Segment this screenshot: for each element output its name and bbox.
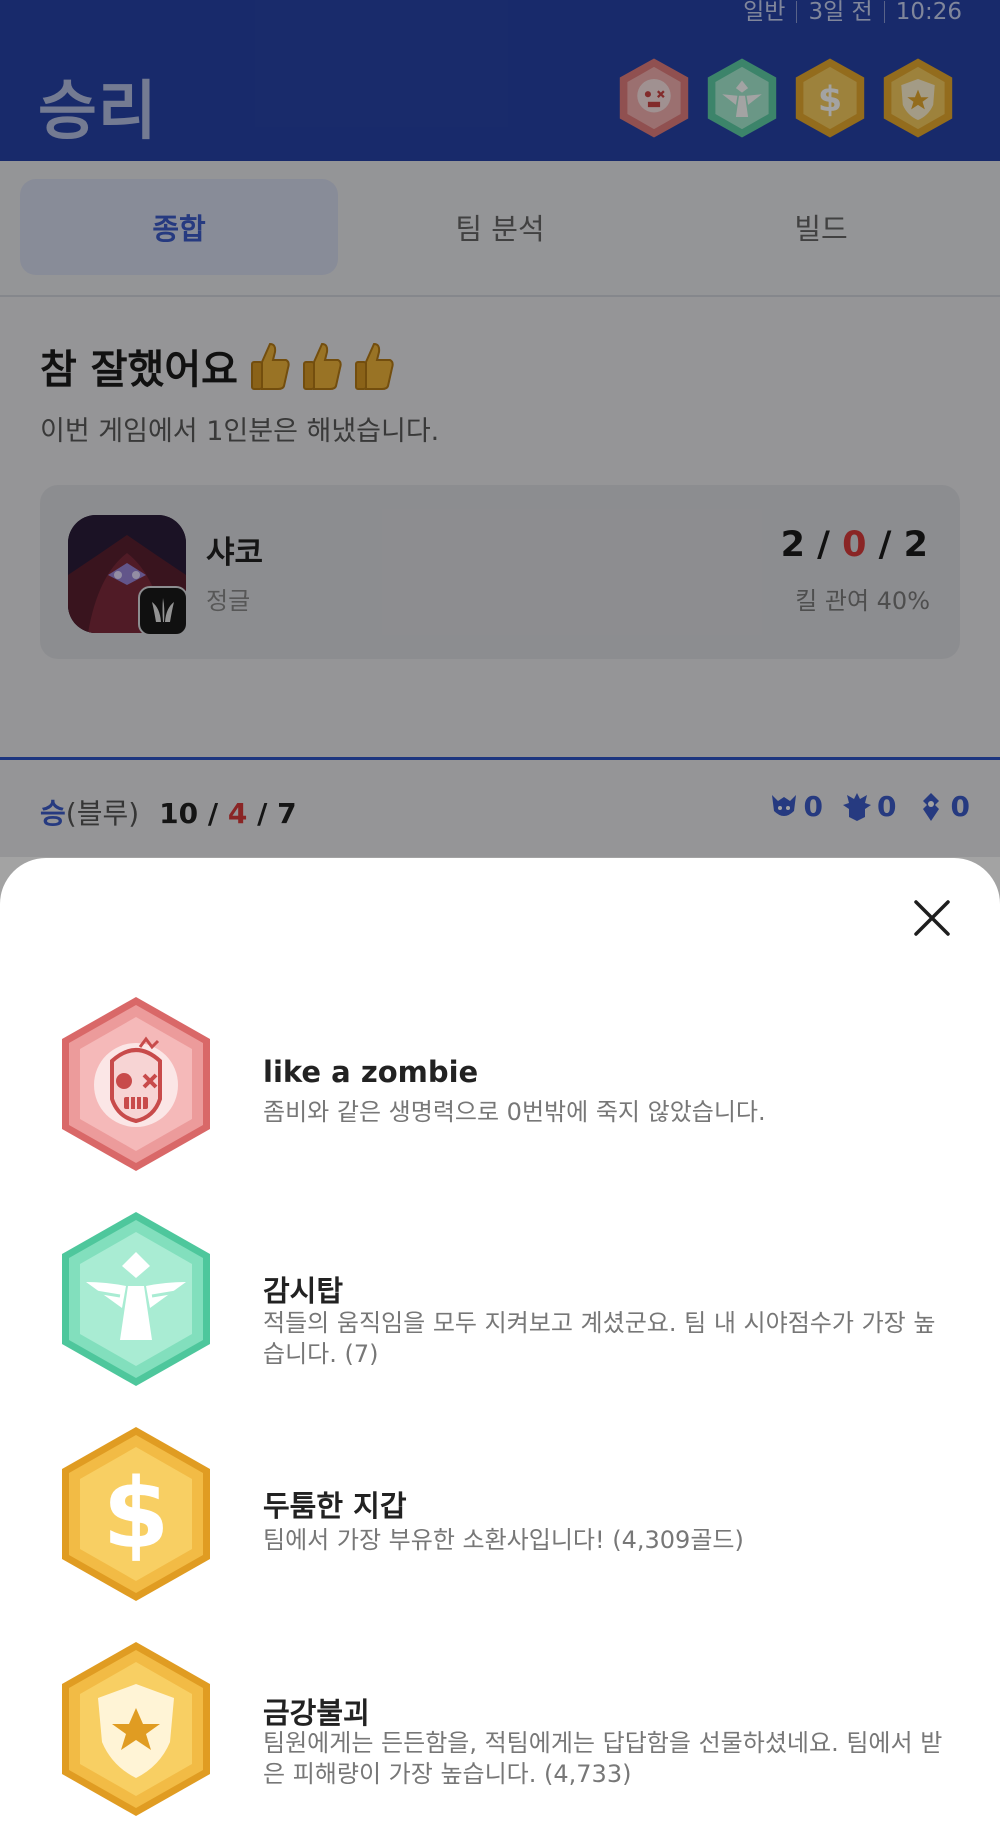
- badge-item-ward: 감시탑 적들의 움직임을 모두 지켜보고 계셨군요. 팀 내 시야점수가 가장 …: [0, 1208, 1000, 1398]
- badge-item-gold: $ 두툼한 지갑 팀에서 가장 부유한 소환사입니다! (4,309골드): [0, 1423, 1000, 1613]
- badge-description: 팀원에게는 든든함을, 적팀에게는 답답함을 선물하셨네요. 팀에서 받은 피해…: [263, 1729, 943, 1788]
- shield-badge-icon: [62, 1642, 210, 1816]
- badge-description: 팀에서 가장 부유한 소환사입니다! (4,309골드): [263, 1526, 744, 1554]
- badge-item-shield: 금강불괴 팀원에게는 든든함을, 적팀에게는 답답함을 선물하셨네요. 팀에서 …: [0, 1638, 1000, 1826]
- badge-description: 좀비와 같은 생명력으로 0번밖에 죽지 않았습니다.: [263, 1098, 766, 1126]
- svg-text:$: $: [103, 1458, 170, 1570]
- ward-badge-icon: [62, 1212, 210, 1386]
- badge-name: 금강불괴: [263, 1696, 370, 1730]
- zombie-badge-icon: [62, 997, 210, 1171]
- badge-name: 감시탑: [263, 1274, 344, 1308]
- badge-item-zombie: like a zombie 좀비와 같은 생명력으로 0번밖에 죽지 않았습니다…: [0, 993, 1000, 1183]
- close-icon: [914, 900, 950, 936]
- gold-badge-icon: $: [62, 1427, 210, 1601]
- badge-name: like a zombie: [263, 1055, 479, 1089]
- badge-detail-sheet: like a zombie 좀비와 같은 생명력으로 0번밖에 죽지 않았습니다…: [0, 858, 1000, 1826]
- badge-description: 적들의 움직임을 모두 지켜보고 계셨군요. 팀 내 시야점수가 가장 높습니다…: [263, 1309, 936, 1368]
- close-button[interactable]: [906, 892, 958, 944]
- badge-name: 두툼한 지갑: [263, 1489, 407, 1523]
